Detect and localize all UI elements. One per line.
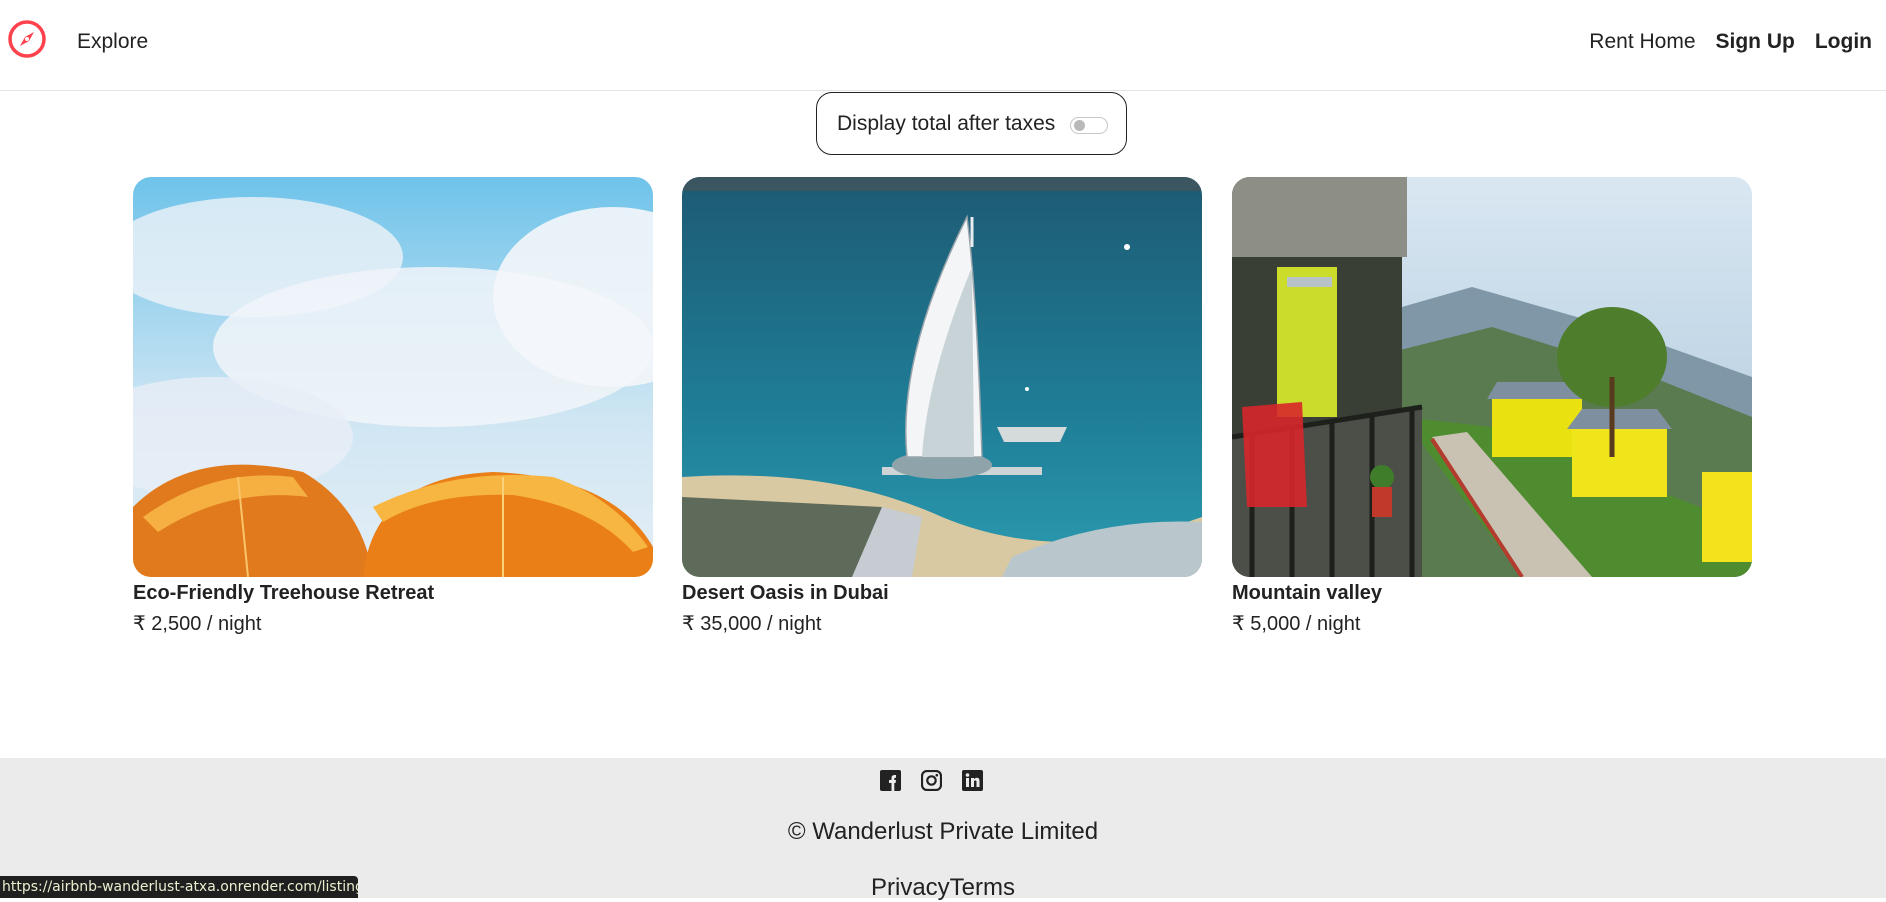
facebook-icon[interactable] <box>880 770 901 791</box>
listing-image[interactable] <box>1232 177 1752 577</box>
copyright-text: © Wanderlust Private Limited <box>787 818 1099 845</box>
listing-card[interactable]: Desert Oasis in Dubai ₹ 35,000 / night <box>682 177 1202 636</box>
tax-toggle: Display total after taxes <box>816 92 1127 155</box>
listing-image[interactable] <box>682 177 1202 577</box>
social-links <box>880 769 983 792</box>
nav-explore-link[interactable]: Explore <box>77 30 148 54</box>
switch-knob <box>1074 120 1085 131</box>
nav-sign-up-link[interactable]: Sign Up <box>1716 30 1795 54</box>
listing-price: ₹ 5,000 / night <box>1232 613 1361 635</box>
nav-rent-home-link[interactable]: Rent Home <box>1589 30 1695 54</box>
linkedin-icon[interactable] <box>962 770 983 791</box>
nav-right-links: Rent Home Sign Up Login <box>1589 30 1872 54</box>
tax-toggle-switch[interactable] <box>1070 117 1108 134</box>
listing-title[interactable]: Desert Oasis in Dubai <box>682 582 1202 605</box>
listing-card[interactable]: Mountain valley ₹ 5,000 / night <box>1232 177 1752 636</box>
nav-login-link[interactable]: Login <box>1815 30 1872 54</box>
listing-price: ₹ 35,000 / night <box>682 613 822 635</box>
compass-icon[interactable] <box>7 19 47 59</box>
terms-link[interactable]: Terms <box>950 874 1015 901</box>
listing-price: ₹ 2,500 / night <box>133 613 262 635</box>
browser-status-url: https://airbnb-wanderlust-atxa.onrender.… <box>0 876 358 898</box>
navbar: Explore Rent Home Sign Up Login <box>0 0 1886 91</box>
tax-toggle-label: Display total after taxes <box>837 111 1056 135</box>
listing-title[interactable]: Mountain valley <box>1232 582 1752 605</box>
listing-card[interactable]: Eco-Friendly Treehouse Retreat ₹ 2,500 /… <box>133 177 653 636</box>
instagram-icon[interactable] <box>920 769 943 792</box>
privacy-link[interactable]: Privacy <box>871 874 950 901</box>
listing-title[interactable]: Eco-Friendly Treehouse Retreat <box>133 582 653 605</box>
listing-image[interactable] <box>133 177 653 577</box>
